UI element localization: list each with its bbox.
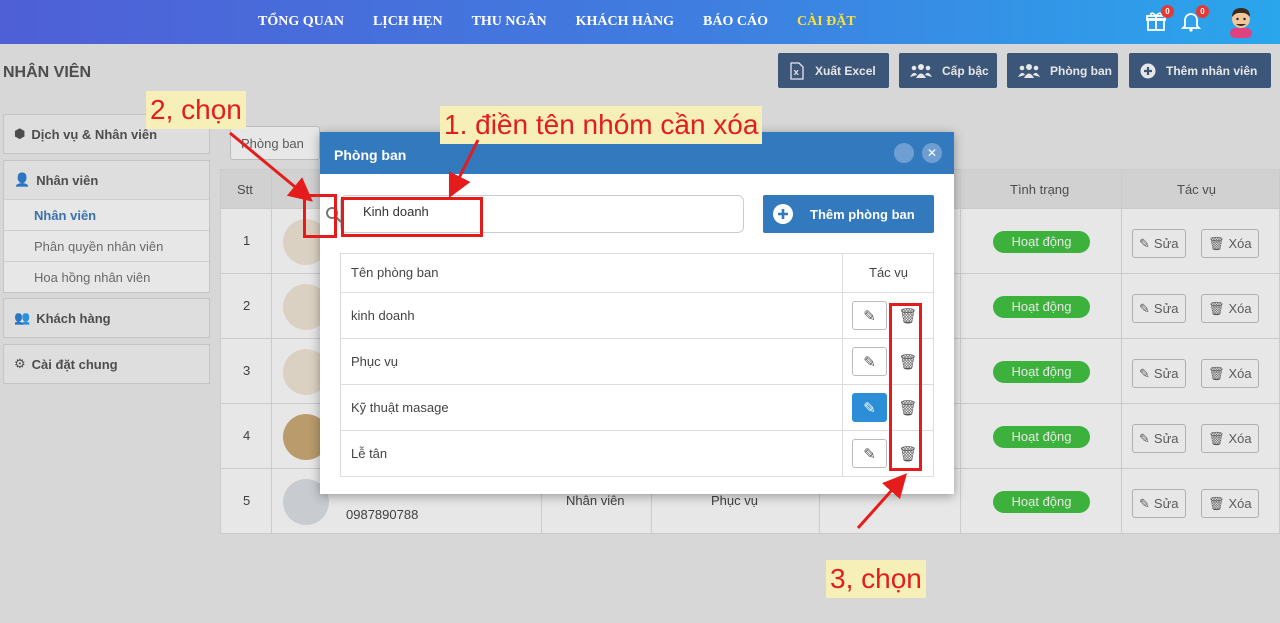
- delete-department-button[interactable]: 🗑: [897, 439, 919, 468]
- annotation-step1: 1. điền tên nhóm cần xóa: [440, 106, 763, 144]
- edit-icon: ✎: [863, 307, 876, 325]
- department-name: Kỹ thuật masage: [351, 400, 449, 415]
- trash-icon: 🗑: [898, 307, 918, 325]
- main-nav: TỔNG QUAN LỊCH HẸN THU NGÂN KHÁCH HÀNG B…: [258, 0, 856, 44]
- top-navigation-bar: TỔNG QUAN LỊCH HẸN THU NGÂN KHÁCH HÀNG B…: [0, 0, 1280, 44]
- edit-department-button[interactable]: ✎: [852, 347, 887, 376]
- modal-title: Phòng ban: [334, 147, 407, 163]
- department-search-field[interactable]: [326, 195, 744, 233]
- department-row: Lễ tân ✎ 🗑: [341, 430, 933, 476]
- bell-badge: 0: [1196, 5, 1209, 18]
- department-row: Kỹ thuật masage ✎ 🗑: [341, 384, 933, 430]
- user-avatar[interactable]: [1224, 4, 1258, 38]
- globe-icon[interactable]: [894, 143, 914, 163]
- delete-department-button[interactable]: 🗑: [897, 301, 919, 330]
- trash-icon: 🗑: [898, 445, 918, 463]
- edit-department-button[interactable]: ✎: [852, 393, 887, 422]
- search-icon[interactable]: [325, 206, 343, 224]
- nav-reports[interactable]: BÁO CÁO: [703, 14, 768, 30]
- department-row: Phục vụ ✎ 🗑: [341, 338, 933, 384]
- trash-icon: 🗑: [898, 399, 918, 417]
- annotation-step2: 2, chọn: [146, 91, 246, 129]
- department-table-header: Tên phòng ban Tác vụ: [341, 254, 933, 292]
- department-modal: Phòng ban ✕ Thêm phòng ban Tên phòng ban…: [320, 132, 954, 494]
- close-icon[interactable]: ✕: [922, 143, 942, 163]
- col-department-name: Tên phòng ban: [351, 265, 439, 280]
- nav-appointments[interactable]: LỊCH HẸN: [373, 14, 443, 30]
- col-actions: Tác vụ: [869, 265, 909, 280]
- plus-circle-icon: [773, 204, 793, 224]
- gift-icon[interactable]: 0: [1145, 5, 1174, 32]
- trash-icon: 🗑: [898, 353, 918, 371]
- department-search-input[interactable]: [363, 204, 723, 219]
- annotation-step3: 3, chọn: [826, 560, 926, 598]
- nav-cashier[interactable]: THU NGÂN: [472, 14, 547, 30]
- edit-department-button[interactable]: ✎: [852, 439, 887, 468]
- department-name: Phục vụ: [351, 354, 398, 369]
- gift-badge: 0: [1161, 5, 1174, 18]
- nav-settings[interactable]: CÀI ĐẶT: [797, 14, 856, 30]
- bell-icon[interactable]: 0: [1180, 5, 1209, 32]
- nav-customers[interactable]: KHÁCH HÀNG: [576, 14, 674, 30]
- nav-overview[interactable]: TỔNG QUAN: [258, 14, 344, 30]
- department-table: Tên phòng ban Tác vụ kinh doanh ✎ 🗑 Phục…: [340, 253, 934, 477]
- department-name: kinh doanh: [351, 308, 415, 323]
- add-department-label: Thêm phòng ban: [810, 206, 915, 222]
- edit-icon: ✎: [863, 353, 876, 371]
- delete-department-button[interactable]: 🗑: [897, 393, 919, 422]
- department-row: kinh doanh ✎ 🗑: [341, 292, 933, 338]
- edit-icon: ✎: [863, 399, 876, 417]
- add-department-button[interactable]: Thêm phòng ban: [763, 195, 934, 233]
- edit-icon: ✎: [863, 445, 876, 463]
- delete-department-button[interactable]: 🗑: [897, 347, 919, 376]
- department-name: Lễ tân: [351, 446, 388, 461]
- edit-department-button[interactable]: ✎: [852, 301, 887, 330]
